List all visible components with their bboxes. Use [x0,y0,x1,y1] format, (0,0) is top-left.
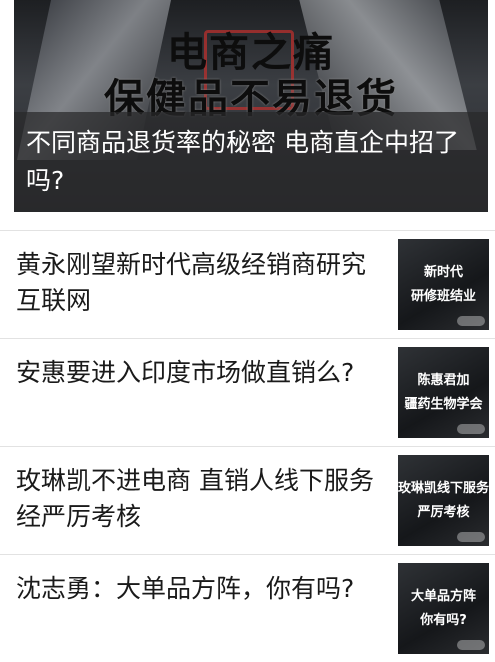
watermark-icon [457,316,485,326]
thumbnail-text: 疆药生物学会 [404,397,483,412]
hero-caption: 不同商品退货率的秘密 电商直企中招了吗? [14,112,488,212]
article-list-item[interactable]: 安惠要进入印度市场做直销么? 陈惠君加 疆药生物学会 [0,338,495,446]
article-list-item[interactable]: 沈志勇：大单品方阵，你有吗? 大单品方阵 你有吗? [0,554,495,662]
article-title: 沈志勇：大单品方阵，你有吗? [16,574,355,603]
watermark-icon [457,532,485,542]
featured-article-hero[interactable]: 电商之痛 保健品不易退货 不同商品退货率的秘密 电商直企中招了吗? [14,0,488,212]
article-list-item[interactable]: 玫琳凯不进电商 直销人线下服务经严厉考核 玫琳凯线下服务 严厉考核 [0,446,495,554]
watermark-icon [457,640,485,650]
thumbnail-text: 新时代 [423,265,463,280]
thumbnail-text: 陈惠君加 [417,373,470,388]
article-list-item[interactable]: 黄永刚望新时代高级经销商研究互联网 新时代 研修班结业 [0,230,495,338]
watermark-icon [457,424,485,434]
article-thumbnail: 新时代 研修班结业 [398,239,489,330]
thumbnail-text: 玫琳凯线下服务 [398,481,489,496]
thumbnail-text: 你有吗? [420,613,467,628]
article-thumbnail: 玫琳凯线下服务 严厉考核 [398,455,489,546]
article-title: 玫琳凯不进电商 直销人线下服务经严厉考核 [16,466,374,531]
thumbnail-text: 大单品方阵 [410,589,476,604]
article-thumbnail: 大单品方阵 你有吗? [398,563,489,654]
article-title: 黄永刚望新时代高级经销商研究互联网 [16,250,367,315]
thumbnail-text: 研修班结业 [410,289,476,304]
article-title: 安惠要进入印度市场做直销么? [16,358,355,387]
article-thumbnail: 陈惠君加 疆药生物学会 [398,347,489,438]
thumbnail-text: 严厉考核 [417,505,470,520]
